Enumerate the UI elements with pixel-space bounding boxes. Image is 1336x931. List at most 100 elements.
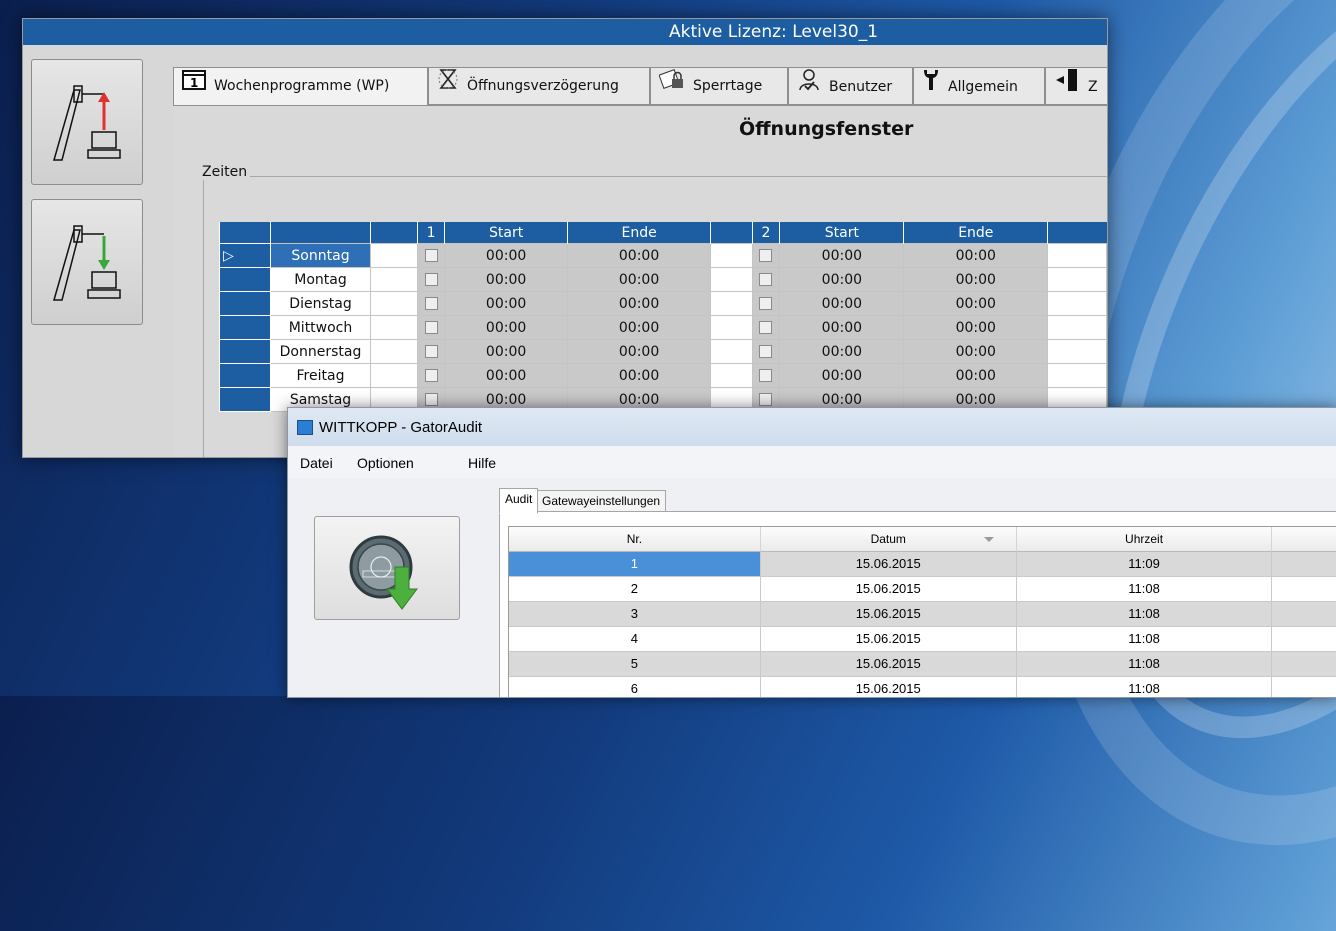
window-2-checkbox-cell[interactable] — [751, 363, 781, 388]
blank-cell[interactable] — [710, 267, 753, 292]
window-2-checkbox[interactable] — [759, 297, 773, 310]
menu-hilfe[interactable]: Hilfe — [468, 455, 496, 471]
datum-cell[interactable]: 15.06.2015 — [760, 552, 1017, 577]
blank-cell[interactable] — [369, 315, 418, 340]
column-header-start-1[interactable]: Start — [444, 222, 568, 244]
start-2-cell[interactable]: 00:00 — [779, 363, 905, 388]
datum-cell[interactable]: 15.06.2015 — [760, 627, 1017, 652]
window-2-checkbox-cell[interactable] — [751, 339, 781, 364]
start-2-cell[interactable]: 00:00 — [779, 267, 905, 292]
end-2-cell[interactable]: 00:00 — [903, 339, 1049, 364]
datum-cell[interactable]: 15.06.2015 — [760, 602, 1017, 627]
window-2-checkbox[interactable] — [759, 273, 773, 286]
blank-cell[interactable] — [1272, 577, 1336, 602]
row-header[interactable] — [218, 291, 272, 316]
window-1-checkbox[interactable] — [424, 321, 438, 334]
day-name[interactable]: Dienstag — [270, 291, 371, 316]
blank-cell[interactable] — [1272, 627, 1336, 652]
row-header[interactable] — [218, 363, 272, 388]
end-2-cell[interactable]: 00:00 — [903, 243, 1049, 268]
blank-cell[interactable] — [1272, 677, 1336, 697]
start-1-cell[interactable]: 00:00 — [444, 339, 568, 364]
table-row[interactable]: 1 15.06.2015 11:09 — [509, 552, 1336, 577]
uhrzeit-cell[interactable]: 11:08 — [1016, 577, 1273, 602]
uhrzeit-cell[interactable]: 11:08 — [1016, 627, 1273, 652]
window-1-checkbox-cell[interactable] — [416, 339, 446, 364]
column-header-window-1[interactable]: 1 — [416, 222, 445, 244]
tab-oeffnungsverzoegerung[interactable]: Öffnungsverzögerung — [428, 67, 650, 105]
blank-cell[interactable] — [1272, 602, 1336, 627]
table-row[interactable]: 4 15.06.2015 11:08 — [509, 627, 1336, 652]
window-1-checkbox-cell[interactable] — [416, 315, 446, 340]
start-2-cell[interactable]: 00:00 — [779, 243, 905, 268]
day-name[interactable]: Montag — [270, 267, 371, 292]
blank-cell[interactable] — [710, 363, 753, 388]
blank-cell[interactable] — [1047, 291, 1107, 316]
tab-wochenprogramme[interactable]: 1 Wochenprogramme (WP) — [173, 67, 428, 106]
nr-cell[interactable]: 6 — [509, 677, 761, 697]
blank-cell[interactable] — [369, 267, 418, 292]
start-1-cell[interactable]: 00:00 — [444, 243, 568, 268]
window-2-checkbox-cell[interactable] — [751, 315, 781, 340]
column-header[interactable] — [1272, 527, 1336, 552]
window-1-checkbox-cell[interactable] — [416, 363, 446, 388]
menu-optionen[interactable]: Optionen — [357, 455, 414, 471]
nr-cell[interactable]: 5 — [509, 652, 761, 677]
window-2-checkbox-cell[interactable] — [751, 291, 781, 316]
start-1-cell[interactable]: 00:00 — [444, 267, 568, 292]
start-2-cell[interactable]: 00:00 — [779, 291, 905, 316]
schedule-row[interactable]: Dienstag 00:00 00:00 00:00 00:00 — [218, 291, 1107, 316]
row-header[interactable] — [218, 339, 272, 364]
table-row[interactable]: 3 15.06.2015 11:08 — [509, 602, 1336, 627]
tab-audit[interactable]: Audit — [499, 488, 539, 514]
window-2-checkbox-cell[interactable] — [751, 267, 781, 292]
window-1-checkbox[interactable] — [424, 249, 438, 262]
row-header[interactable] — [218, 387, 272, 412]
blank-cell[interactable] — [1272, 652, 1336, 677]
blank-cell[interactable] — [710, 243, 753, 268]
column-header-end-2[interactable]: Ende — [903, 222, 1048, 244]
uhrzeit-cell[interactable]: 11:09 — [1016, 552, 1273, 577]
table-row[interactable]: 5 15.06.2015 11:08 — [509, 652, 1336, 677]
window-2-checkbox[interactable] — [759, 369, 773, 382]
window-1-checkbox[interactable] — [424, 297, 438, 310]
end-1-cell[interactable]: 00:00 — [566, 267, 712, 292]
nr-cell[interactable]: 4 — [509, 627, 761, 652]
blank-cell[interactable] — [1047, 243, 1107, 268]
table-row[interactable]: 2 15.06.2015 11:08 — [509, 577, 1336, 602]
tab-allgemein[interactable]: Allgemein — [913, 67, 1045, 105]
blank-cell[interactable] — [369, 243, 418, 268]
schedule-row[interactable]: Mittwoch 00:00 00:00 00:00 00:00 — [218, 315, 1107, 340]
column-header-datum[interactable]: Datum — [760, 527, 1017, 552]
upload-to-lock-button[interactable] — [31, 59, 143, 185]
end-1-cell[interactable]: 00:00 — [566, 315, 712, 340]
window-1-checkbox[interactable] — [424, 345, 438, 358]
tab-gatewayeinstellungen[interactable]: Gatewayeinstellungen — [536, 490, 667, 513]
nr-cell[interactable]: 2 — [509, 577, 761, 602]
window-1-checkbox[interactable] — [424, 393, 438, 406]
download-from-lock-button[interactable] — [31, 199, 143, 325]
end-1-cell[interactable]: 00:00 — [566, 291, 712, 316]
nr-cell[interactable]: 3 — [509, 602, 761, 627]
end-1-cell[interactable]: 00:00 — [566, 339, 712, 364]
menu-datei[interactable]: Datei — [300, 455, 333, 471]
window-1-checkbox-cell[interactable] — [416, 267, 446, 292]
blank-cell[interactable] — [369, 291, 418, 316]
window-2-checkbox[interactable] — [759, 393, 773, 406]
blank-cell[interactable] — [1272, 552, 1336, 577]
end-2-cell[interactable]: 00:00 — [903, 267, 1049, 292]
row-header[interactable] — [218, 267, 272, 292]
audit-download-button[interactable] — [314, 516, 460, 620]
column-header-nr[interactable]: Nr. — [509, 527, 761, 552]
start-1-cell[interactable]: 00:00 — [444, 363, 568, 388]
datum-cell[interactable]: 15.06.2015 — [760, 577, 1017, 602]
window-2-checkbox[interactable] — [759, 249, 773, 262]
start-2-cell[interactable]: 00:00 — [779, 339, 905, 364]
row-header[interactable]: ▷ — [218, 243, 272, 268]
start-2-cell[interactable]: 00:00 — [779, 315, 905, 340]
window-1-checkbox[interactable] — [424, 273, 438, 286]
blank-cell[interactable] — [1047, 363, 1107, 388]
start-1-cell[interactable]: 00:00 — [444, 291, 568, 316]
blank-cell[interactable] — [710, 315, 753, 340]
tab-z[interactable]: Z — [1045, 67, 1107, 105]
